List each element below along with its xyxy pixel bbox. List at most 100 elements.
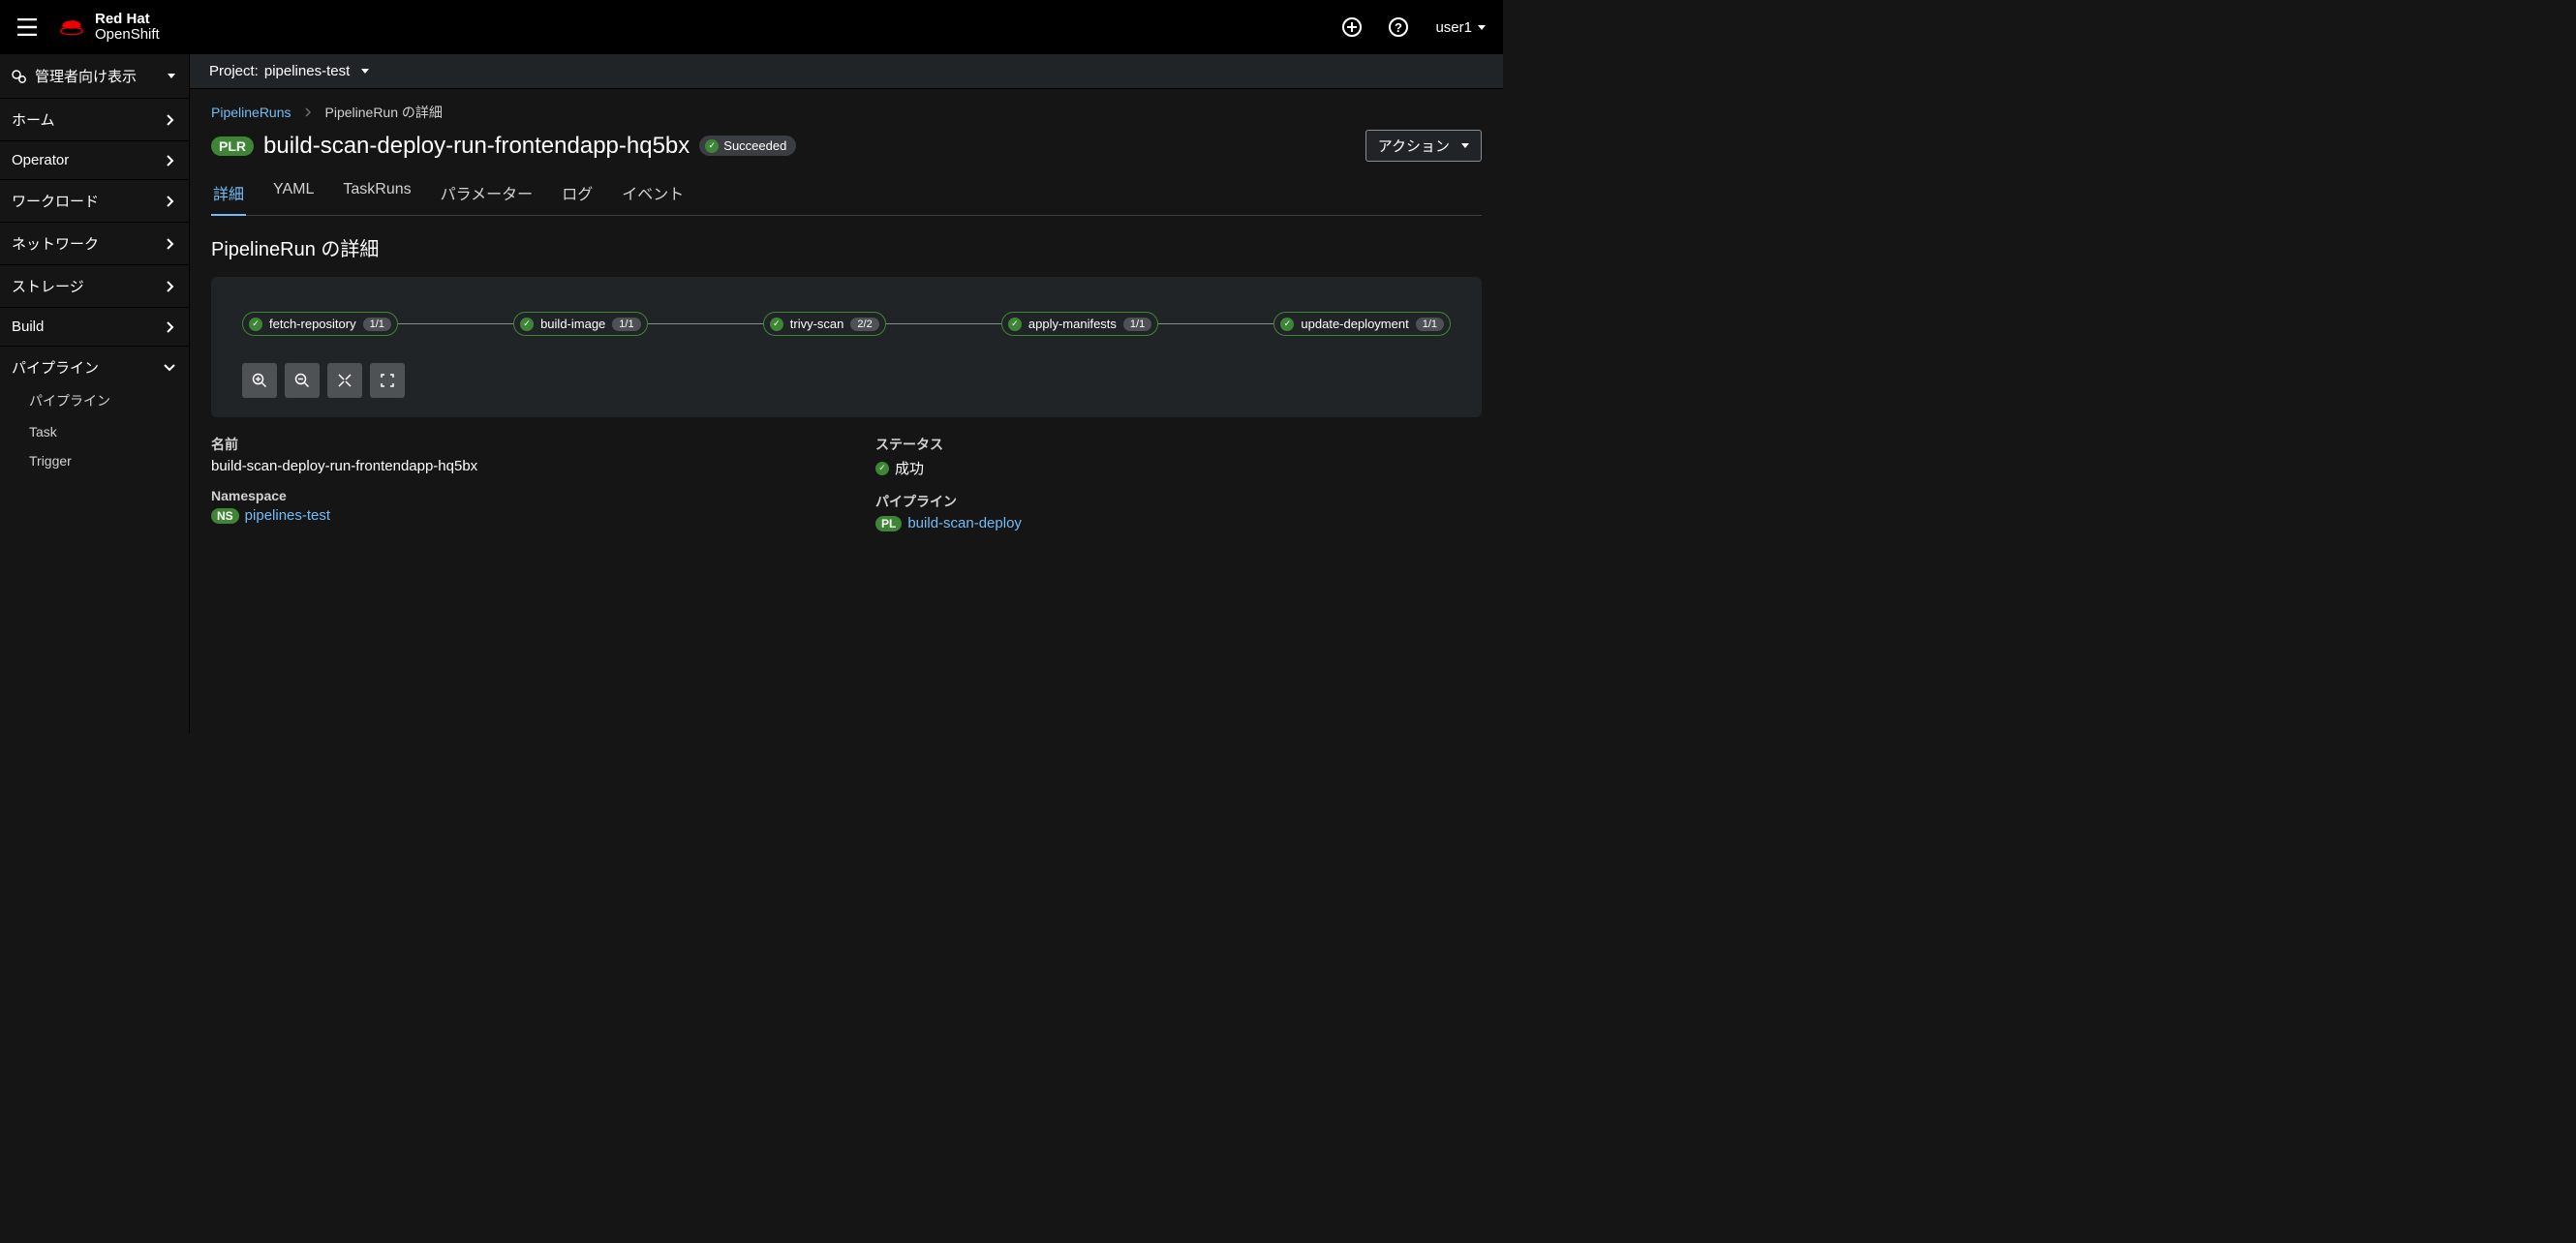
- task-name: apply-manifests: [1028, 317, 1117, 331]
- chevron-right-icon: [305, 107, 312, 117]
- project-selector[interactable]: Project: pipelines-test: [190, 54, 1503, 89]
- field-value: build-scan-deploy-run-frontendapp-hq5bx: [211, 458, 817, 474]
- nav-storage[interactable]: ストレージ: [0, 265, 189, 308]
- tab-parameters[interactable]: パラメーター: [439, 173, 536, 215]
- check-circle-icon: [705, 139, 719, 153]
- hamburger-icon: [17, 18, 37, 36]
- nav-label: ネットワーク: [12, 233, 99, 254]
- redhat-icon: [58, 17, 85, 37]
- zoom-out-icon: [294, 373, 310, 388]
- hamburger-menu[interactable]: [12, 13, 43, 42]
- connector: [398, 323, 513, 324]
- zoom-out-button[interactable]: [285, 363, 320, 398]
- tab-yaml[interactable]: YAML: [271, 173, 316, 215]
- details-grid: 名前 build-scan-deploy-run-frontendapp-hq5…: [211, 435, 1482, 545]
- nav-label: Operator: [12, 152, 69, 168]
- nav-label: ホーム: [12, 109, 55, 130]
- caret-down-icon: [1478, 25, 1486, 30]
- breadcrumb-root[interactable]: PipelineRuns: [211, 105, 291, 120]
- task-count: 1/1: [1416, 318, 1444, 331]
- actions-menu[interactable]: アクション: [1365, 130, 1482, 162]
- task-name: update-deployment: [1301, 317, 1408, 331]
- field-namespace: Namespace NS pipelines-test: [211, 488, 817, 524]
- task-node-fetch-repository[interactable]: fetch-repository 1/1: [242, 312, 398, 336]
- nav-build[interactable]: Build: [0, 308, 189, 347]
- caret-down-icon: [1461, 143, 1469, 148]
- fit-button[interactable]: [327, 363, 362, 398]
- field-label: Namespace: [211, 488, 817, 503]
- actions-label: アクション: [1378, 136, 1450, 156]
- nav-sub-trigger[interactable]: Trigger: [0, 446, 189, 475]
- chevron-right-icon: [166, 196, 175, 207]
- tab-details[interactable]: 詳細: [211, 173, 246, 216]
- caret-down-icon: [168, 74, 175, 78]
- zoom-in-icon: [252, 373, 267, 388]
- main-content: Project: pipelines-test PipelineRuns Pip…: [190, 54, 1503, 733]
- section-title: PipelineRun の詳細: [211, 233, 1482, 261]
- task-node-build-image[interactable]: build-image 1/1: [513, 312, 648, 336]
- chevron-right-icon: [166, 155, 175, 167]
- namespace-badge: NS: [211, 508, 239, 524]
- fullscreen-icon: [380, 373, 395, 388]
- connector: [648, 323, 763, 324]
- breadcrumb: PipelineRuns PipelineRun の詳細: [211, 103, 1482, 122]
- task-name: build-image: [540, 317, 605, 331]
- nav-sub-task[interactable]: Task: [0, 417, 189, 446]
- tab-logs[interactable]: ログ: [560, 173, 595, 215]
- nav-home[interactable]: ホーム: [0, 99, 189, 141]
- pipeline-badge: PL: [875, 516, 902, 531]
- check-circle-icon: [1008, 318, 1022, 331]
- tab-events[interactable]: イベント: [620, 173, 686, 215]
- nav-label: ストレージ: [12, 276, 84, 296]
- nav-sub-pipeline[interactable]: パイプライン: [0, 388, 189, 417]
- status-badge: Succeeded: [699, 136, 796, 156]
- field-label: パイプライン: [875, 492, 1482, 511]
- topbar: Red Hat OpenShift ? user1: [0, 0, 1503, 54]
- topbar-right: ? user1: [1342, 17, 1486, 37]
- nav-label: パイプライン: [12, 357, 99, 378]
- field-name: 名前 build-scan-deploy-run-frontendapp-hq5…: [211, 435, 817, 474]
- gear-icon: [12, 69, 27, 84]
- caret-down-icon: [361, 69, 369, 74]
- brand-line1: Red Hat: [95, 12, 160, 28]
- chevron-right-icon: [166, 238, 175, 250]
- svg-text:?: ?: [1395, 20, 1402, 35]
- namespace-link[interactable]: pipelines-test: [245, 507, 330, 524]
- task-node-update-deployment[interactable]: update-deployment 1/1: [1273, 312, 1451, 336]
- tabs: 詳細 YAML TaskRuns パラメーター ログ イベント: [211, 173, 1482, 216]
- field-pipeline: パイプライン PL build-scan-deploy: [875, 492, 1482, 531]
- reset-button[interactable]: [370, 363, 405, 398]
- field-label: ステータス: [875, 435, 1482, 454]
- pipeline-link[interactable]: build-scan-deploy: [907, 515, 1022, 531]
- chevron-right-icon: [166, 281, 175, 292]
- user-menu[interactable]: user1: [1435, 19, 1486, 36]
- username: user1: [1435, 19, 1472, 36]
- perspective-switcher[interactable]: 管理者向け表示: [0, 54, 189, 99]
- nav-workloads[interactable]: ワークロード: [0, 180, 189, 223]
- nav-networking[interactable]: ネットワーク: [0, 223, 189, 265]
- help-icon: ?: [1389, 17, 1408, 37]
- task-name: fetch-repository: [269, 317, 356, 331]
- chevron-right-icon: [166, 321, 175, 333]
- project-name: pipelines-test: [264, 63, 350, 79]
- task-node-apply-manifests[interactable]: apply-manifests 1/1: [1001, 312, 1158, 336]
- task-count: 1/1: [1123, 318, 1151, 331]
- brand-logo[interactable]: Red Hat OpenShift: [58, 12, 160, 44]
- chevron-down-icon: [164, 363, 175, 373]
- task-count: 2/2: [850, 318, 878, 331]
- check-circle-icon: [1280, 318, 1294, 331]
- nav-operator[interactable]: Operator: [0, 141, 189, 180]
- perspective-label: 管理者向け表示: [35, 66, 137, 86]
- create-button[interactable]: [1342, 17, 1362, 37]
- brand-line2: OpenShift: [95, 27, 160, 44]
- help-button[interactable]: ?: [1389, 17, 1408, 37]
- resource-badge: PLR: [211, 136, 254, 156]
- brand-text: Red Hat OpenShift: [95, 12, 160, 44]
- tab-taskruns[interactable]: TaskRuns: [341, 173, 413, 215]
- task-node-trivy-scan[interactable]: trivy-scan 2/2: [763, 312, 886, 336]
- status-value: 成功: [895, 458, 924, 478]
- connector: [1158, 323, 1273, 324]
- nav-label: Build: [12, 318, 44, 335]
- zoom-in-button[interactable]: [242, 363, 277, 398]
- nav-pipelines[interactable]: パイプライン: [0, 347, 189, 388]
